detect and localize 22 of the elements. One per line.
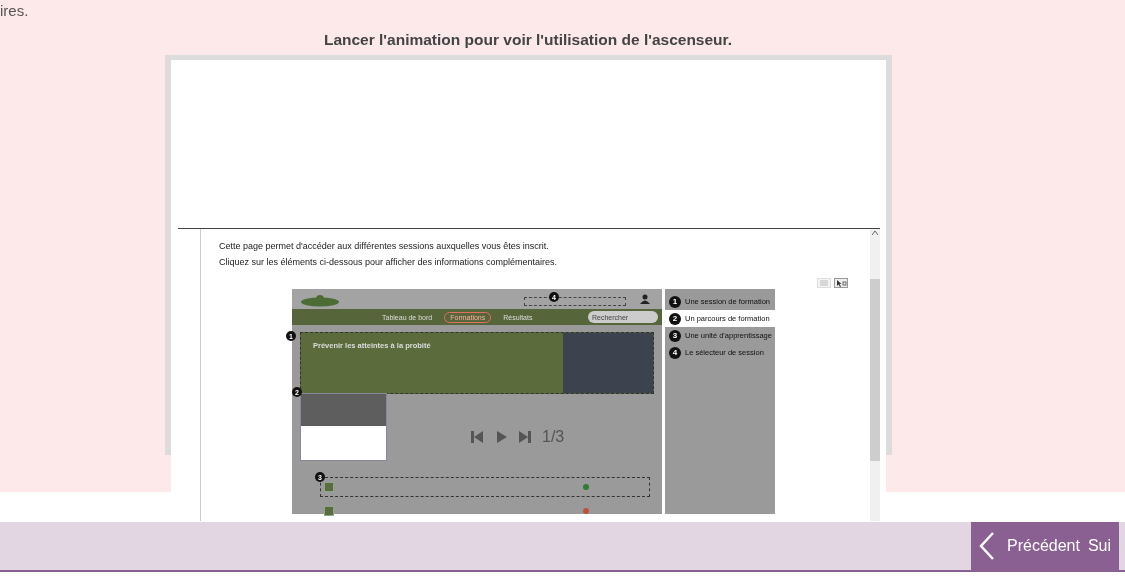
number-marker: 4 [669, 346, 681, 359]
table-row[interactable] [320, 477, 650, 497]
scrollbar[interactable] [870, 229, 880, 521]
paragraph-text: ires. [0, 1, 30, 20]
slide-counter: 1/3 [542, 428, 565, 446]
pointer-icon[interactable] [834, 278, 848, 288]
number-marker: 3 [669, 329, 681, 342]
skip-back-icon[interactable] [470, 430, 484, 444]
intro-text: Cette page permet d'accéder aux différentes sessions auxquelles vous êtes inscrit. [219, 241, 549, 251]
scroll-up-icon[interactable] [872, 231, 878, 235]
skip-forward-icon[interactable] [518, 430, 532, 444]
previous-button[interactable]: Précédent [979, 522, 1088, 570]
caption-text: Lancer l'animation pour voir l'utilisation de l'ascenseur. [322, 31, 734, 50]
logo-icon [300, 295, 340, 307]
next-button[interactable]: Sui [1087, 522, 1120, 570]
play-icon[interactable] [494, 430, 508, 444]
number-marker: 2 [669, 312, 681, 325]
number-marker: 1 [669, 295, 681, 308]
user-icon[interactable] [640, 294, 652, 304]
course-card[interactable] [300, 393, 387, 461]
chevron-left-icon [979, 532, 995, 560]
intro-text: Cliquez sur les éléments ci-dessous pour afficher des informations complémentaires. [219, 257, 557, 267]
